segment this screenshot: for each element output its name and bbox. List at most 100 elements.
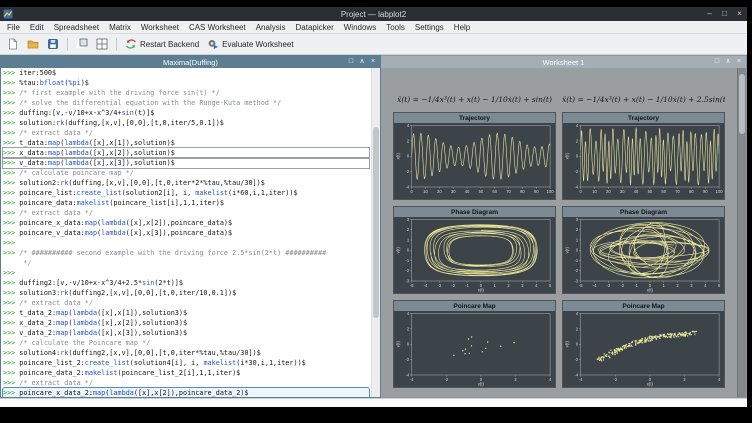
- menu-item-help[interactable]: Help: [449, 23, 475, 32]
- maxima-titlebar[interactable]: Maxima(Duffing) □ ∧ ×: [1, 56, 380, 68]
- close-window-icon[interactable]: ×: [368, 56, 378, 68]
- svg-text:80: 80: [689, 189, 694, 194]
- svg-text:-3: -3: [438, 283, 442, 288]
- minimize-button[interactable]: –: [702, 7, 717, 21]
- console-line: >>>v_data:map(lambda([x],x[3]),solution)…: [3, 158, 369, 168]
- svg-text:2: 2: [407, 326, 410, 331]
- evaluate-worksheet-button[interactable]: Evaluate Worksheet: [204, 36, 296, 52]
- svg-text:4: 4: [576, 123, 579, 128]
- console-line: >>>/* extract data */: [3, 298, 369, 308]
- restart-backend-button[interactable]: Restart Backend: [122, 36, 202, 52]
- open-project-button[interactable]: [24, 36, 42, 52]
- console-line: >>>solution3:rk(duffing2,[x,v],[0,0],[t,…: [3, 288, 369, 298]
- float-window-icon[interactable]: □: [346, 56, 356, 68]
- cascade-windows-button[interactable]: [73, 36, 91, 52]
- plot-title: Trajectory: [394, 113, 555, 123]
- console-text-area[interactable]: >>>iter:500$>>>%tau:bfloat(%pi)$>>>/* fi…: [1, 68, 371, 397]
- worksheet-scrollbar[interactable]: [737, 68, 746, 397]
- svg-text:3: 3: [690, 283, 693, 288]
- svg-text:-4: -4: [575, 184, 579, 189]
- maximize-button[interactable]: □: [717, 7, 732, 21]
- tile-windows-icon: [96, 38, 108, 50]
- menu-item-windows[interactable]: Windows: [339, 23, 381, 32]
- svg-text:4: 4: [704, 283, 707, 288]
- plot-poincare-map-1[interactable]: Poincare Map-4-2024-4-2024v(t)x(t): [393, 300, 556, 388]
- curve: [581, 128, 719, 185]
- console-scrollbar[interactable]: [371, 68, 380, 397]
- window-title: Project — labplot2: [0, 10, 747, 19]
- console-scrollbar-thumb[interactable]: [373, 127, 379, 318]
- svg-text:5: 5: [549, 283, 552, 288]
- svg-text:v(t): v(t): [564, 341, 569, 348]
- save-project-button[interactable]: [44, 36, 62, 52]
- collapse-window-icon[interactable]: ∧: [357, 56, 367, 68]
- plot-phase-diagram-2[interactable]: Phase Diagram-5-4-3-2-1012345-3-2-10123v…: [562, 206, 725, 294]
- console-line: >>>v_data_2:map(lambda([x],x[3]),solutio…: [3, 328, 369, 338]
- svg-text:3: 3: [521, 283, 524, 288]
- svg-text:4: 4: [407, 311, 410, 316]
- menu-item-spreadsheet[interactable]: Spreadsheet: [49, 23, 104, 32]
- plot-area: 0102030405060708090100-4-2024x(t): [563, 123, 724, 199]
- app-window: Project — labplot2 – □ × FileEditSpreads…: [0, 7, 747, 407]
- worksheet-titlebar[interactable]: Worksheet 1 □ ∧ ×: [381, 56, 746, 68]
- worksheet-scrollbar-thumb[interactable]: [739, 74, 745, 134]
- plot-poincare-map-2[interactable]: Poincare Map-4-2024-4-2024v(t)x(t): [562, 300, 725, 388]
- svg-text:3: 3: [407, 217, 410, 222]
- title-bar[interactable]: Project — labplot2 – □ ×: [0, 7, 747, 21]
- svg-text:-2: -2: [620, 283, 624, 288]
- plot-trajectory-1[interactable]: Trajectory0102030405060708090100-4-2024x…: [393, 112, 556, 200]
- svg-text:70: 70: [675, 189, 680, 194]
- new-project-button[interactable]: [4, 36, 22, 52]
- console-line: >>>duffing:[v,-v/10+x-x^3/4+sin(t)]$: [3, 108, 369, 118]
- worksheet-page[interactable]: ẍ(t) = −1/4x³(t) + x(t) − 1/10ẋ(t) + sin…: [381, 68, 737, 397]
- menu-item-analysis[interactable]: Analysis: [251, 23, 291, 32]
- tile-windows-button[interactable]: [93, 36, 111, 52]
- desktop: { "window": { "title": "Project — labplo…: [0, 0, 752, 423]
- toolbar-separator: [67, 38, 68, 51]
- console-line: >>>/* calculate the Poincare map */: [3, 338, 369, 348]
- menu-item-datapicker[interactable]: Datapicker: [291, 23, 339, 32]
- console-line: >>>poincare_list:create_list(solution2[i…: [3, 188, 369, 198]
- svg-text:0: 0: [576, 342, 579, 347]
- worksheet-view: ẍ(t) = −1/4x³(t) + x(t) − 1/10ẋ(t) + sin…: [381, 68, 746, 397]
- svg-text:-5: -5: [579, 283, 583, 288]
- svg-text:10: 10: [592, 189, 597, 194]
- plot-trajectory-2[interactable]: Trajectory0102030405060708090100-4-2024x…: [562, 112, 725, 200]
- svg-text:70: 70: [506, 189, 511, 194]
- menu-item-edit[interactable]: Edit: [25, 23, 49, 32]
- menu-item-settings[interactable]: Settings: [410, 23, 449, 32]
- plot-title: Trajectory: [563, 113, 724, 123]
- svg-text:-1: -1: [634, 283, 638, 288]
- svg-text:-2: -2: [451, 283, 455, 288]
- svg-text:1: 1: [494, 283, 497, 288]
- close-window-icon[interactable]: ×: [734, 56, 744, 68]
- scatter-points: [597, 331, 697, 362]
- close-button[interactable]: ×: [732, 7, 747, 21]
- menu-item-matrix[interactable]: Matrix: [104, 23, 136, 32]
- svg-text:3: 3: [576, 217, 579, 222]
- svg-text:v(t): v(t): [395, 247, 400, 254]
- maxima-console[interactable]: >>>iter:500$>>>%tau:bfloat(%pi)$>>>/* fi…: [1, 68, 380, 397]
- menu-item-file[interactable]: File: [2, 23, 25, 32]
- collapse-window-icon[interactable]: ∧: [723, 56, 733, 68]
- float-window-icon[interactable]: □: [712, 56, 722, 68]
- menu-item-tools[interactable]: Tools: [381, 23, 410, 32]
- plot-phase-diagram-1[interactable]: Phase Diagram-5-4-3-2-1012345-3-2-10123v…: [393, 206, 556, 294]
- menu-item-cas-worksheet[interactable]: CAS Worksheet: [184, 23, 251, 32]
- svg-text:90: 90: [534, 189, 539, 194]
- plot-area: -5-4-3-2-1012345-3-2-10123v(t)x(t): [394, 217, 555, 293]
- svg-text:4: 4: [718, 377, 721, 382]
- svg-text:50: 50: [648, 189, 653, 194]
- svg-text:0: 0: [580, 189, 583, 194]
- plot-title: Phase Diagram: [563, 207, 724, 217]
- svg-text:0: 0: [411, 189, 414, 194]
- console-line: >>>solution2:rk(duffing,[x,v],[0,0],[t,0…: [3, 178, 369, 188]
- menu-item-worksheet[interactable]: Worksheet: [136, 23, 184, 32]
- svg-text:50: 50: [479, 189, 484, 194]
- maxima-title: Maxima(Duffing): [1, 58, 380, 67]
- curve: [412, 133, 550, 179]
- console-line: >>>%tau:bfloat(%pi)$: [3, 78, 369, 88]
- svg-text:-4: -4: [593, 283, 597, 288]
- svg-text:40: 40: [634, 189, 639, 194]
- svg-text:100: 100: [716, 189, 724, 194]
